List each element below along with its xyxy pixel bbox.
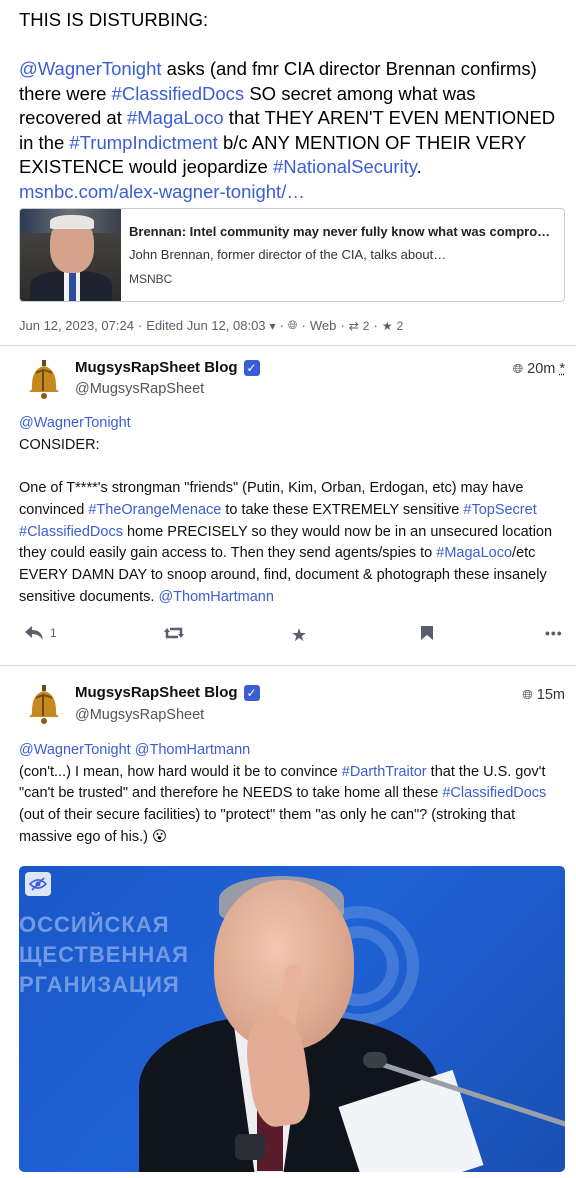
- eye-slash-icon: [29, 877, 47, 891]
- hide-media-button[interactable]: [25, 872, 51, 896]
- microphone-icon: [363, 1052, 387, 1068]
- text: CONSIDER:: [19, 436, 100, 453]
- display-name-text: MugsysRapSheet Blog: [75, 359, 238, 376]
- separator: ·: [279, 318, 284, 333]
- card-thumbnail: [20, 209, 121, 301]
- hashtag-link[interactable]: #DarthTraitor: [342, 764, 427, 780]
- status-content: @WagnerTonight @ThomHartmann (con't...) …: [19, 740, 564, 849]
- avatar[interactable]: [25, 359, 63, 401]
- media-attachment-image[interactable]: ОССИЙСКАЯ ЩЕСТВЕННАЯ РГАНИЗАЦИЯ: [19, 866, 565, 1172]
- external-link[interactable]: msnbc.com/alex-wagner-tonight/…: [19, 181, 305, 202]
- separator: ·: [301, 318, 306, 333]
- reply-button[interactable]: 1: [24, 625, 57, 641]
- reply-status: MugsysRapSheet Blog ✓ @MugsysRapSheet 🌐︎ 2…: [0, 345, 576, 665]
- action-bar: 1 ★ •••: [0, 625, 576, 649]
- figure-watch: [235, 1134, 265, 1160]
- card-source: MSNBC: [129, 272, 173, 286]
- hashtag-link[interactable]: #TopSecret: [463, 502, 536, 518]
- status-text-paragraph: @WagnerTonight asks (and fmr CIA directo…: [19, 57, 559, 204]
- more-options-button[interactable]: •••: [545, 625, 563, 641]
- application-label[interactable]: Web: [310, 318, 337, 333]
- text: .: [416, 156, 422, 177]
- background-banner: ОССИЙСКАЯ ЩЕСТВЕННАЯ РГАНИЗАЦИЯ: [19, 912, 189, 997]
- text: to take these EXTREMELY sensitive: [221, 501, 464, 518]
- verified-icon: ✓: [243, 359, 260, 376]
- bookmark-icon: [421, 626, 433, 640]
- text: (con't...) I mean, how hard would it be …: [19, 763, 342, 780]
- status-meta: Jun 12, 2023, 07:24 · Edited Jun 12, 08:…: [19, 318, 403, 333]
- mention-link[interactable]: @WagnerTonight: [19, 58, 162, 79]
- display-name-text: MugsysRapSheet Blog: [75, 684, 238, 701]
- timestamp[interactable]: 🌐︎ 15m: [522, 687, 565, 703]
- reply-icon: [25, 626, 43, 640]
- account-handle[interactable]: @MugsysRapSheet: [75, 381, 204, 397]
- boost-count: 2: [362, 318, 370, 333]
- boost-button[interactable]: [163, 625, 185, 641]
- boost-icon[interactable]: ⇄: [349, 319, 359, 333]
- separator: ·: [373, 318, 378, 333]
- status-paragraph: (con't...) I mean, how hard would it be …: [19, 762, 564, 849]
- reply-count: 1: [50, 626, 57, 640]
- ellipsis-icon: •••: [545, 625, 563, 641]
- time-text: 15m: [536, 687, 565, 703]
- separator: ·: [340, 318, 345, 333]
- card-title: Brennan: Intel community may never fully…: [129, 224, 551, 239]
- timestamp[interactable]: 🌐︎ 20m *: [513, 361, 565, 377]
- hashtag-link[interactable]: #TrumpIndictment: [69, 132, 217, 153]
- bookmark-button[interactable]: [420, 625, 434, 641]
- status-content: @WagnerTonight CONSIDER: One of T****'s …: [19, 413, 564, 608]
- hashtag-link[interactable]: #MagaLoco: [127, 107, 224, 128]
- hashtag-link[interactable]: #ClassifiedDocs: [19, 524, 123, 540]
- display-name[interactable]: MugsysRapSheet Blog ✓: [75, 684, 260, 701]
- globe-icon: 🌐︎: [512, 361, 524, 376]
- star-icon: ★: [291, 625, 308, 645]
- star-icon[interactable]: ★: [382, 319, 393, 333]
- astonished-emoji: 😮: [151, 828, 168, 845]
- favourite-button[interactable]: ★: [291, 625, 307, 646]
- mention-link[interactable]: @WagnerTonight: [19, 742, 131, 758]
- separator: ·: [137, 318, 143, 333]
- hashtag-link[interactable]: #TheOrangeMenace: [88, 502, 221, 518]
- status-date[interactable]: Jun 12, 2023, 07:24: [19, 318, 134, 333]
- globe-icon: 🌐︎: [287, 318, 298, 332]
- status-text-line: THIS IS DISTURBING:: [19, 9, 209, 30]
- hashtag-link[interactable]: #MagaLoco: [436, 545, 512, 561]
- link-preview-card[interactable]: Brennan: Intel community may never fully…: [19, 208, 565, 302]
- mention-link[interactable]: @ThomHartmann: [135, 742, 250, 758]
- avatar[interactable]: [25, 684, 63, 726]
- favourite-count: 2: [396, 318, 404, 333]
- edited-indicator: *: [559, 361, 565, 377]
- status-paragraph: One of T****'s strongman "friends" (Puti…: [19, 478, 564, 608]
- hashtag-link[interactable]: #ClassifiedDocs: [442, 785, 546, 801]
- globe-icon: 🌐︎: [522, 687, 533, 702]
- hashtag-link[interactable]: #ClassifiedDocs: [112, 83, 245, 104]
- account-handle[interactable]: @MugsysRapSheet: [75, 707, 204, 723]
- verified-icon: ✓: [243, 684, 260, 701]
- focused-status-content: THIS IS DISTURBING: @WagnerTonight asks …: [19, 8, 559, 204]
- text: (out of their secure facilities) to "pro…: [19, 807, 516, 845]
- edited-label[interactable]: Edited Jun 12, 08:03: [146, 318, 265, 333]
- card-description: John Brennan, former director of the CIA…: [129, 247, 447, 262]
- boost-icon: [164, 627, 184, 639]
- time-text: 20m: [527, 361, 556, 377]
- mention-link[interactable]: @ThomHartmann: [158, 589, 273, 605]
- hashtag-link[interactable]: #NationalSecurity: [273, 156, 417, 177]
- mention-link[interactable]: @WagnerTonight: [19, 415, 131, 431]
- caret-down-icon[interactable]: ▾: [270, 319, 276, 333]
- display-name[interactable]: MugsysRapSheet Blog ✓: [75, 359, 260, 376]
